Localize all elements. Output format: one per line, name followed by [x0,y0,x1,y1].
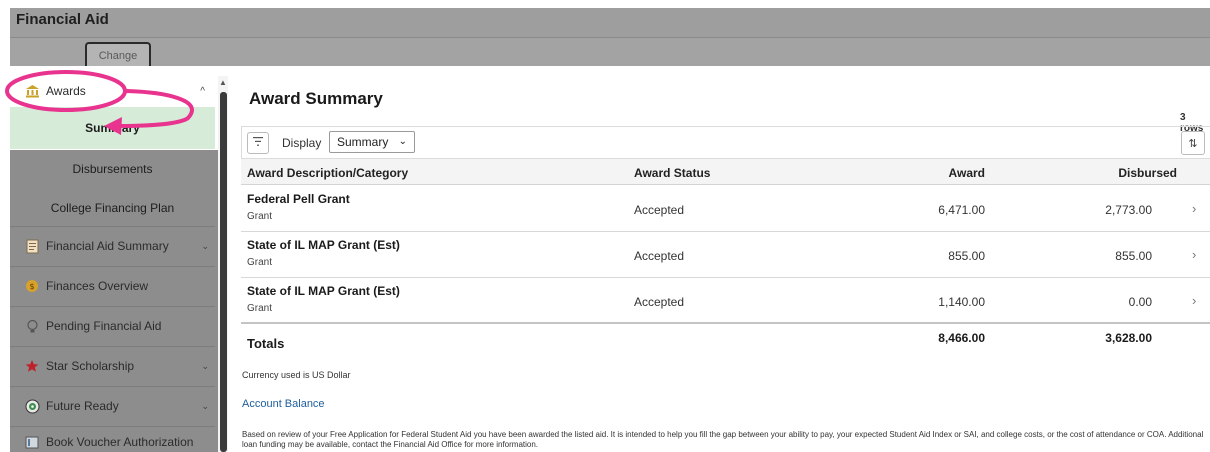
sidebar-divider [10,386,215,387]
column-header-status[interactable]: Award Status [634,166,710,180]
target-icon [24,398,40,414]
display-select[interactable]: Summary ⌄ [329,131,415,153]
table-row[interactable]: State of IL MAP Grant (Est) Grant Accept… [241,278,1210,324]
document-icon [24,238,40,254]
disbursed-amount: 0.00 [1128,295,1152,309]
account-balance-link[interactable]: Account Balance [242,398,325,410]
sidebar-item-book-voucher-authorization[interactable]: Book Voucher Authorization [10,428,215,452]
sidebar-item-label: Financial Aid Summary [46,239,169,253]
sidebar-item-label: Book Voucher Authorization [46,435,194,449]
chevron-right-icon[interactable]: › [1192,247,1196,262]
award-summary-title: Award Summary [249,89,383,108]
svg-text:$: $ [29,282,34,291]
table-row[interactable]: State of IL MAP Grant (Est) Grant Accept… [241,232,1210,278]
sidebar-item-label: Future Ready [46,399,119,413]
lightbulb-icon [24,318,40,334]
award-description: State of IL MAP Grant (Est) [247,238,400,252]
sidebar-item-finances-overview[interactable]: $ Finances Overview [10,268,215,304]
sidebar-item-awards[interactable]: Awards ^ [10,76,215,106]
sidebar-divider [10,426,215,427]
award-status: Accepted [634,249,685,263]
disbursed-amount: 2,773.00 [1105,203,1152,217]
chevron-right-icon[interactable]: › [1192,201,1196,216]
display-select-value: Summary [337,135,389,149]
aid-notice: Based on review of your Free Application… [242,430,1204,449]
currency-note: Currency used is US Dollar [242,370,351,380]
chevron-down-icon: ⌄ [398,136,407,147]
sub-toolbar: Change [10,37,1210,67]
sidebar-subitem-disbursements[interactable]: Disbursements [10,162,215,176]
totals-disbursed: 3,628.00 [1105,331,1152,345]
filter-button[interactable] [247,132,269,154]
sidebar-item-star-scholarship[interactable]: Star Scholarship ⌄ [10,348,215,384]
sidebar-item-label: Finances Overview [46,279,149,293]
change-button[interactable]: Change [85,42,151,67]
star-icon [24,358,40,374]
award-description: Federal Pell Grant [247,192,350,206]
sidebar-subitem-college-financing-plan[interactable]: College Financing Plan [10,201,215,215]
column-header-description[interactable]: Award Description/Category [247,166,408,180]
sidebar-item-label: Pending Financial Aid [46,319,162,333]
app-header: Financial Aid [10,8,1210,37]
book-icon [24,434,40,450]
chevron-right-icon[interactable]: › [1192,293,1196,308]
sort-icon: ⇅ [1188,137,1198,150]
sidebar-item-future-ready[interactable]: Future Ready ⌄ [10,388,215,424]
chevron-up-icon: ^ [200,85,205,97]
sidebar-item-pending-financial-aid[interactable]: Pending Financial Aid [10,308,215,344]
totals-label: Totals [247,336,285,351]
disbursed-amount: 855.00 [1115,249,1152,263]
award-status: Accepted [634,203,685,217]
chevron-down-icon: ⌄ [201,240,209,251]
sidebar-divider [10,306,215,307]
sidebar-divider [10,346,215,347]
sidebar-item-financial-aid-summary[interactable]: Financial Aid Summary ⌄ [10,228,215,264]
award-category: Grant [247,211,273,222]
sidebar-subitem-summary[interactable]: Summary [10,121,215,135]
page-title: Financial Aid [16,11,109,28]
scroll-up-icon[interactable]: ▲ [219,78,227,87]
award-amount: 1,140.00 [938,295,985,309]
sidebar-divider [10,266,215,267]
totals-row: Totals 8,466.00 3,628.00 [241,322,1210,358]
award-amount: 6,471.00 [938,203,985,217]
sidebar-item-label: Awards [46,84,86,98]
totals-award: 8,466.00 [938,331,985,345]
award-category: Grant [247,303,273,314]
sidebar-item-label: Star Scholarship [46,359,135,373]
bank-icon [24,83,40,99]
award-category: Grant [247,257,273,268]
display-label: Display [282,136,322,150]
column-header-disbursed[interactable]: Disbursed [1118,166,1177,180]
table-header: Award Description/Category Award Status … [241,159,1210,185]
award-status: Accepted [634,295,685,309]
column-header-award[interactable]: Award [949,166,985,180]
sidebar-scroll-thumb[interactable] [220,92,227,452]
award-amount: 855.00 [948,249,985,263]
filter-icon [253,137,263,149]
table-row[interactable]: Federal Pell Grant Grant Accepted 6,471.… [241,186,1210,232]
sort-button[interactable]: ⇅ [1181,131,1205,155]
chevron-down-icon: ⌄ [201,360,209,371]
coin-icon: $ [24,278,40,294]
sidebar-divider [10,226,215,227]
award-description: State of IL MAP Grant (Est) [247,284,400,298]
chevron-down-icon: ⌄ [201,400,209,411]
